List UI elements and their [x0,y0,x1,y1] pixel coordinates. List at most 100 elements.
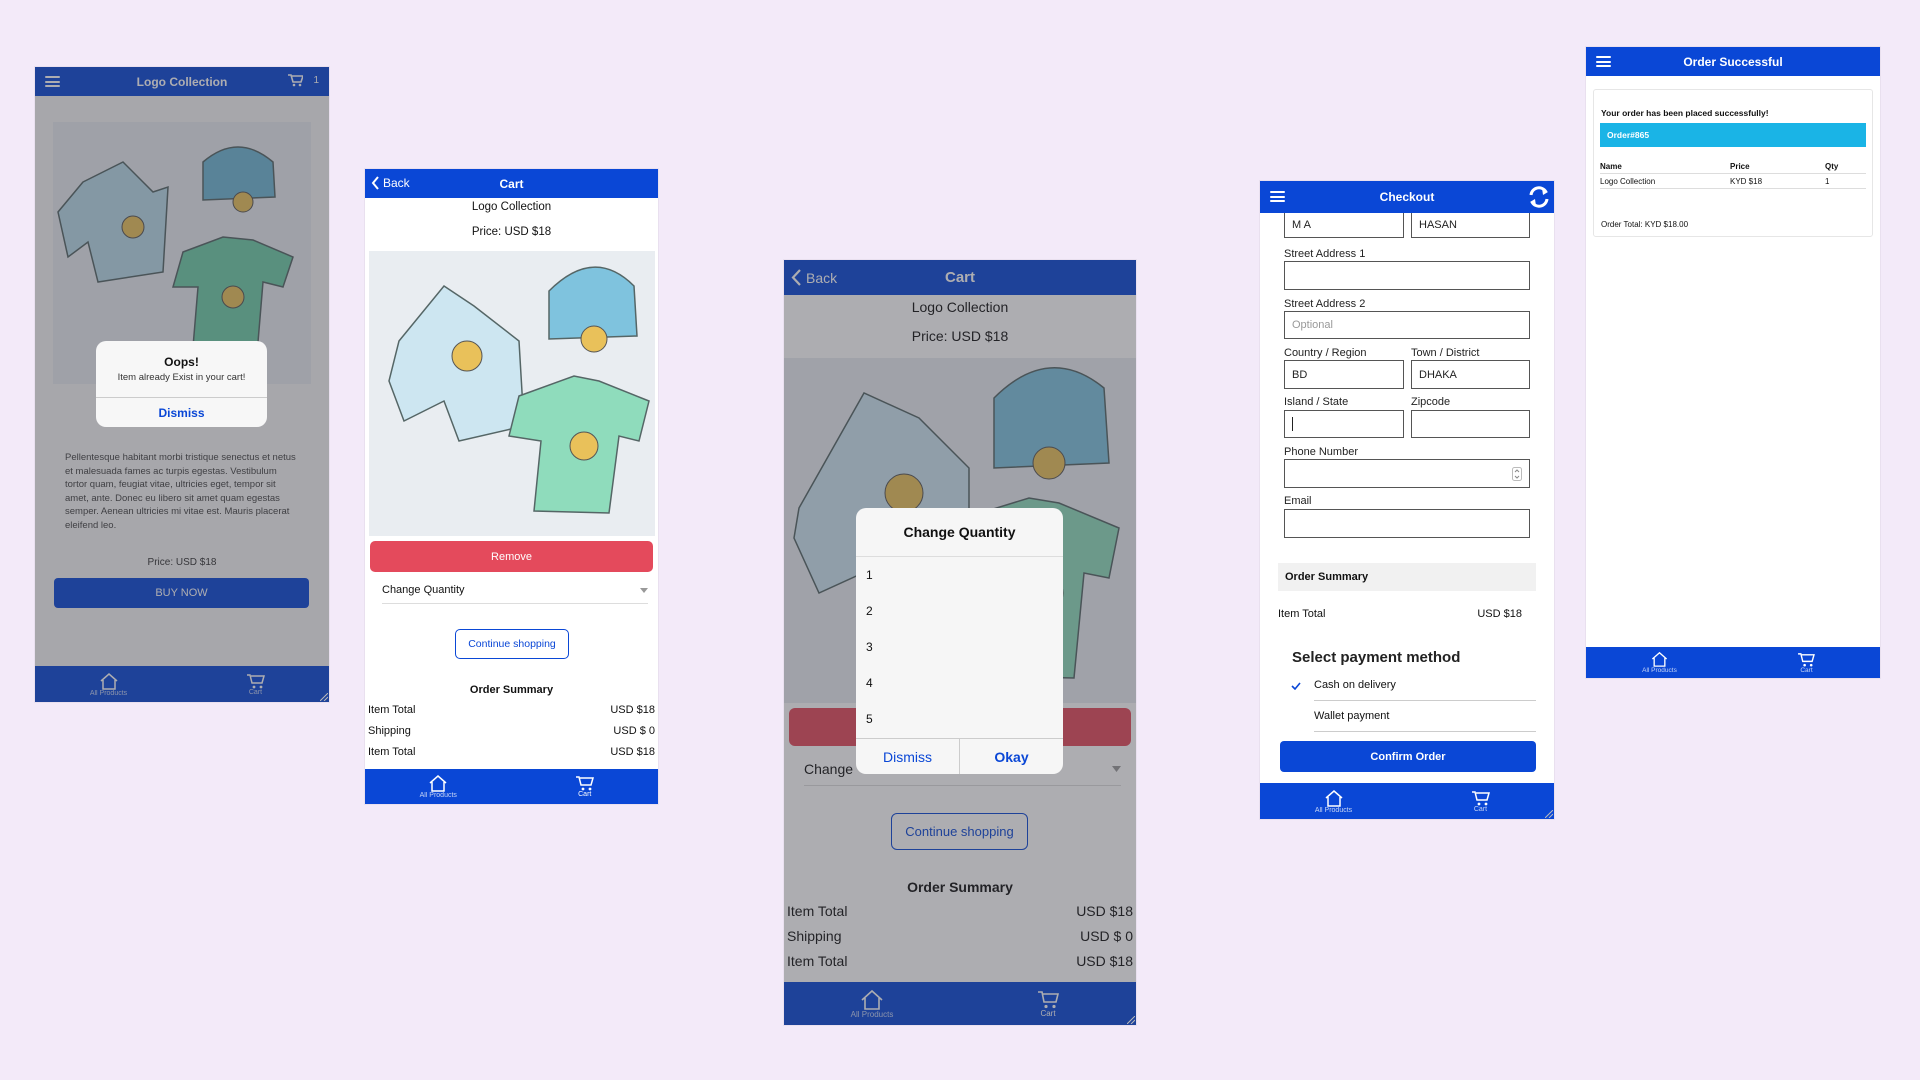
chevron-left-icon [371,176,379,190]
zipcode-field[interactable] [1411,410,1530,438]
order-summary-header: Order Summary [1278,563,1536,591]
tab-all-products[interactable]: All Products [1260,783,1407,819]
top-bar: Order Successful [1586,47,1880,76]
home-icon [1325,789,1342,807]
tab-label: All Products [1314,806,1353,814]
table-cell: Logo Collection [1600,176,1656,186]
form-first-name[interactable]: M A [1284,211,1404,238]
order-summary-title: Order Summary [469,684,554,696]
tab-all-products[interactable]: All Products [1586,647,1733,678]
payment-option-label: Cash on delivery [1314,670,1536,701]
town-field[interactable]: DHAKA [1411,360,1530,389]
change-quantity-select[interactable]: Change Quantity [382,577,648,604]
picker-okay-button[interactable]: Okay [960,739,1063,774]
tab-label: Cart [1473,805,1488,813]
screen-product-detail: Logo Collection 1 Logo Collection Pellen… [35,67,329,702]
text-cursor [1292,417,1293,431]
top-bar: Checkout [1260,181,1554,213]
tab-label: Cart [578,791,592,798]
island-field[interactable] [1284,410,1404,438]
menu-icon[interactable] [1596,56,1611,67]
table-cell: KYD $18 [1730,176,1763,186]
item-total-row: Item Total USD $18 [1278,608,1522,620]
tab-cart[interactable]: Cart [512,769,659,804]
picker-option[interactable]: 5 [856,701,1063,737]
email-label: Email [1284,495,1312,507]
home-icon [1651,651,1668,667]
zipcode-label: Zipcode [1411,396,1451,408]
picker-option[interactable]: 2 [856,593,1063,629]
summary-row: Item Total USD $18 [368,704,655,725]
column-header: Qty [1825,162,1839,171]
street1-field[interactable] [1284,261,1530,290]
page-title: Order Successful [1683,54,1783,69]
form-last-name[interactable]: HASAN [1411,211,1530,238]
continue-shopping-button[interactable]: Continue shopping [455,629,569,659]
table-row: Logo Collection KYD $18 1 [1600,174,1866,189]
tab-label: All Products [1642,667,1677,674]
order-total: Order Total: KYD $18.00 [1601,220,1689,229]
order-table: Name Price Qty Logo Collection KYD $18 1 [1600,160,1866,189]
remove-button[interactable]: Remove [370,541,653,572]
phone-field[interactable] [1284,459,1530,488]
tab-label: Cart [1800,666,1813,674]
product-image [369,251,655,536]
alert-dismiss-button[interactable]: Dismiss [96,397,267,427]
confirm-order-button[interactable]: Confirm Order [1280,741,1536,772]
resize-grip-icon [1545,810,1553,818]
country-label: Country / Region [1284,347,1367,359]
refresh-icon[interactable] [1526,184,1552,213]
product-name: Logo Collection [471,201,552,213]
chevron-down-icon [640,587,648,593]
summary-label: Item Total [368,704,416,716]
back-label: Back [383,176,410,190]
payment-option-cash[interactable]: Cash on delivery [1290,670,1536,701]
screen-order-successful: Order Successful Your order has been pla… [1586,47,1880,678]
resize-grip-icon [1127,1016,1135,1024]
screen-cart-quantity-picker: Back Cart Logo Collection Price: USD $18… [784,260,1136,1025]
column-header: Name [1600,162,1622,171]
street1-label: Street Address 1 [1284,248,1366,260]
tab-all-products[interactable]: All Products [365,769,512,804]
tab-bar: All Products Cart [1586,647,1880,678]
tab-bar: All Products Cart [365,769,658,804]
picker-title: Change Quantity [856,508,1063,557]
picker-option[interactable]: 3 [856,629,1063,665]
cart-icon [1471,790,1490,805]
payment-option-label: Wallet payment [1314,710,1390,722]
summary-row: Item Total USD $18 [368,746,655,767]
tab-cart[interactable]: Cart [1733,647,1880,678]
table-cell: 1 [1825,176,1830,186]
summary-value: USD $18 [610,704,655,716]
success-message: Your order has been placed successfully! [1601,108,1769,118]
table-header: Name Price Qty [1600,160,1866,174]
country-field[interactable]: BD [1284,360,1404,389]
top-bar: Back Cart [365,169,658,198]
summary-value: USD $ 0 [613,725,655,737]
picker-dismiss-button[interactable]: Dismiss [856,739,960,774]
summary-row: Shipping USD $ 0 [368,725,655,746]
home-icon [429,775,447,792]
item-total-value: USD $18 [1477,608,1522,620]
picker-option[interactable]: 1 [856,557,1063,593]
change-quantity-label: Change Quantity [382,584,465,596]
order-id-banner: Order#865 [1600,123,1866,147]
alert-title: Oops! [164,355,199,369]
menu-icon[interactable] [1270,191,1285,202]
cart-icon [575,776,594,791]
payment-option-wallet[interactable]: Wallet payment [1314,701,1536,732]
summary-value: USD $18 [610,746,655,758]
resize-grip-icon [320,693,328,701]
page-title: Checkout [1379,190,1435,204]
tab-cart[interactable]: Cart [1407,783,1554,819]
street2-field[interactable]: Optional [1284,311,1530,339]
picker-option[interactable]: 4 [856,665,1063,701]
island-label: Island / State [1284,396,1349,408]
email-field[interactable] [1284,509,1530,538]
back-button[interactable]: Back [371,176,410,190]
stepper-icon[interactable] [1512,467,1522,481]
alert-message: Item already Exist in your cart! [117,372,246,383]
tab-label: All Products [419,792,457,799]
cart-icon [1798,652,1815,666]
checkmark-icon [1291,681,1301,690]
